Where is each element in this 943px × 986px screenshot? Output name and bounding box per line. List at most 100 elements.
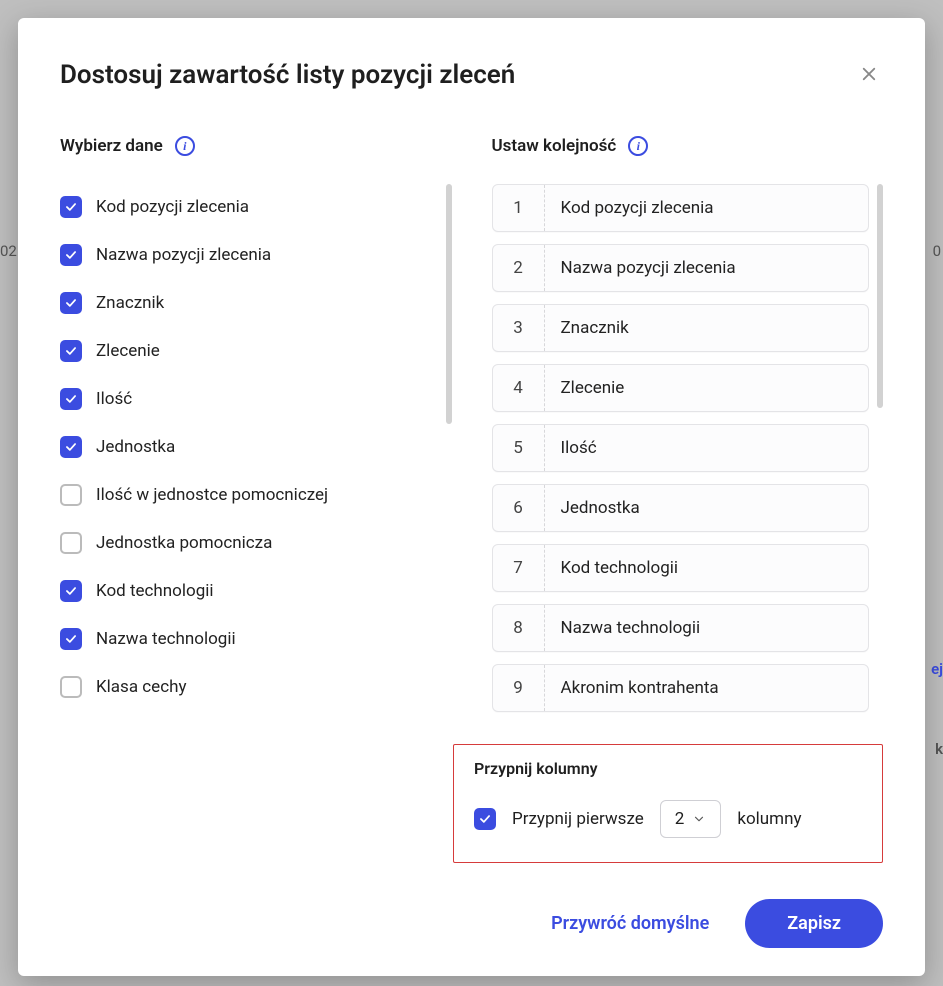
order-item-number: 6 [493, 485, 545, 531]
pin-columns-row: Przypnij pierwsze 2 kolumny [474, 800, 862, 838]
bg-fragment: 0 [933, 242, 941, 260]
select-data-scroll: Kod pozycji zlecenia Nazwa pozycji zlecen… [60, 184, 452, 718]
order-item-number: 9 [493, 665, 545, 711]
restore-defaults-button[interactable]: Przywróć domyślne [551, 913, 709, 934]
order-item-label: Ilość [545, 425, 869, 471]
order-item-label: Jednostka [545, 485, 869, 531]
check-icon [64, 584, 78, 598]
select-data-item-label: Ilość w jednostce pomocniczej [96, 485, 328, 505]
order-list-item[interactable]: 6Jednostka [492, 484, 870, 532]
select-data-item-label: Jednostka [96, 437, 175, 457]
info-icon[interactable]: i [175, 136, 195, 156]
order-list-item[interactable]: 7Kod technologii [492, 544, 870, 592]
modal-header: Dostosuj zawartość listy pozycji zleceń [60, 60, 883, 90]
select-data-title: Wybierz dane [60, 136, 163, 156]
bg-fragment: k [935, 740, 943, 758]
select-data-item-label: Zlecenie [96, 341, 160, 361]
order-list-item[interactable]: 4Zlecenie [492, 364, 870, 412]
select-data-item[interactable]: Jednostka [60, 424, 438, 472]
bg-fragment: ej [931, 660, 943, 678]
modal-title: Dostosuj zawartość listy pozycji zleceń [60, 60, 515, 90]
chevron-down-icon [692, 812, 706, 826]
check-icon [64, 392, 78, 406]
checkbox[interactable] [60, 676, 82, 698]
select-data-item-label: Nazwa technologii [96, 629, 236, 649]
order-item-label: Akronim kontrahenta [545, 665, 869, 711]
check-icon [478, 812, 492, 826]
checkbox[interactable] [60, 340, 82, 362]
select-data-item[interactable]: Klasa cechy [60, 664, 438, 698]
checkbox[interactable] [60, 628, 82, 650]
save-button[interactable]: Zapisz [745, 899, 883, 948]
order-list-item[interactable]: 5Ilość [492, 424, 870, 472]
pin-columns-checkbox[interactable] [474, 808, 496, 830]
checkbox[interactable] [60, 532, 82, 554]
select-data-item-label: Kod pozycji zlecenia [96, 197, 249, 217]
checkbox[interactable] [60, 388, 82, 410]
select-data-column: Wybierz dane i Kod pozycji zlecenia Nazwa… [60, 136, 452, 718]
checkbox[interactable] [60, 436, 82, 458]
order-scroll: 1Kod pozycji zlecenia 2Nazwa pozycji zlec… [492, 184, 884, 718]
select-data-item-label: Kod technologii [96, 581, 214, 601]
checkbox[interactable] [60, 292, 82, 314]
order-list-item[interactable]: 3Znacznik [492, 304, 870, 352]
order-item-number: 1 [493, 185, 545, 231]
info-icon[interactable]: i [628, 136, 648, 156]
order-list: 1Kod pozycji zlecenia 2Nazwa pozycji zlec… [492, 184, 870, 718]
select-data-item[interactable]: Nazwa technologii [60, 616, 438, 664]
order-item-number: 4 [493, 365, 545, 411]
order-item-number: 8 [493, 605, 545, 651]
pin-count-value: 2 [675, 809, 685, 829]
check-icon [64, 248, 78, 262]
checkbox[interactable] [60, 484, 82, 506]
order-title: Ustaw kolejność [492, 136, 617, 156]
order-item-number: 7 [493, 545, 545, 591]
order-item-label: Znacznik [545, 305, 869, 351]
select-data-item-label: Nazwa pozycji zlecenia [96, 245, 271, 265]
select-data-header: Wybierz dane i [60, 136, 452, 156]
select-data-item[interactable]: Kod pozycji zlecenia [60, 184, 438, 232]
checkbox[interactable] [60, 244, 82, 266]
scrollbar[interactable] [446, 184, 452, 424]
order-list-item[interactable]: 1Kod pozycji zlecenia [492, 184, 870, 232]
check-icon [64, 296, 78, 310]
order-item-label: Zlecenie [545, 365, 869, 411]
select-data-item-label: Jednostka pomocnicza [96, 533, 272, 553]
order-item-label: Nazwa pozycji zlecenia [545, 245, 869, 291]
select-data-item[interactable]: Znacznik [60, 280, 438, 328]
customize-columns-modal: Dostosuj zawartość listy pozycji zleceń … [18, 18, 925, 976]
checkbox[interactable] [60, 580, 82, 602]
close-icon [860, 65, 878, 83]
order-header: Ustaw kolejność i [492, 136, 884, 156]
select-data-item[interactable]: Kod technologii [60, 568, 438, 616]
order-column: Ustaw kolejność i 1Kod pozycji zlecenia 2… [492, 136, 884, 718]
checkbox[interactable] [60, 196, 82, 218]
select-data-item-label: Ilość [96, 389, 132, 409]
pin-label-after: kolumny [737, 809, 801, 829]
order-item-number: 3 [493, 305, 545, 351]
close-button[interactable] [855, 60, 883, 88]
select-data-item[interactable]: Ilość w jednostce pomocniczej [60, 472, 438, 520]
pin-count-select[interactable]: 2 [660, 800, 722, 838]
select-data-item-label: Znacznik [96, 293, 164, 313]
scrollbar[interactable] [877, 184, 883, 408]
select-data-item[interactable]: Zlecenie [60, 328, 438, 376]
check-icon [64, 200, 78, 214]
check-icon [64, 344, 78, 358]
order-item-number: 5 [493, 425, 545, 471]
pin-columns-box: Przypnij kolumny Przypnij pierwsze 2 kol… [453, 744, 883, 863]
order-item-label: Kod technologii [545, 545, 869, 591]
check-icon [64, 440, 78, 454]
modal-footer: Przywróć domyślne Zapisz [60, 899, 883, 948]
select-data-item[interactable]: Ilość [60, 376, 438, 424]
select-data-item[interactable]: Nazwa pozycji zlecenia [60, 232, 438, 280]
check-icon [64, 632, 78, 646]
order-item-label: Kod pozycji zlecenia [545, 185, 869, 231]
order-list-item[interactable]: 9Akronim kontrahenta [492, 664, 870, 712]
modal-body: Wybierz dane i Kod pozycji zlecenia Nazwa… [60, 136, 883, 718]
bg-fragment: 02 [0, 242, 17, 260]
select-data-item[interactable]: Jednostka pomocnicza [60, 520, 438, 568]
order-list-item[interactable]: 2Nazwa pozycji zlecenia [492, 244, 870, 292]
order-list-item[interactable]: 8Nazwa technologii [492, 604, 870, 652]
order-item-label: Nazwa technologii [545, 605, 869, 651]
